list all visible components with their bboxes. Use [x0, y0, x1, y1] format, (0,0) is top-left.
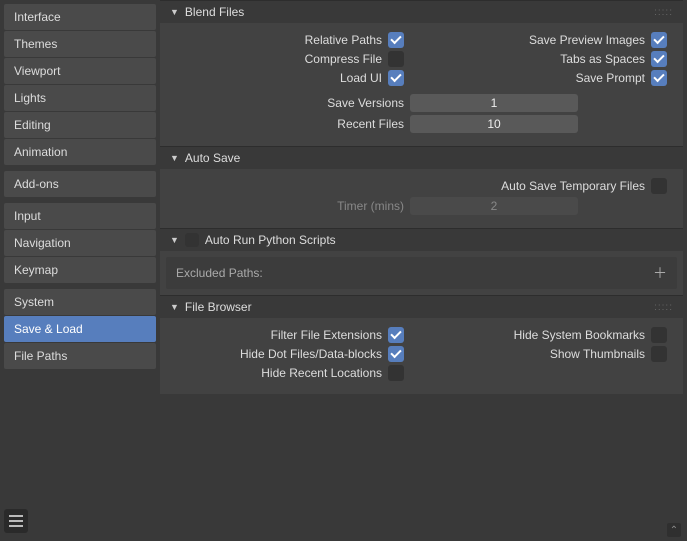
label-hide-sys: Hide System Bookmarks: [514, 328, 645, 342]
label-tabs-spaces: Tabs as Spaces: [560, 52, 645, 66]
disclosure-triangle-icon: ▼: [170, 235, 179, 245]
checkbox-relative-paths[interactable]: [388, 32, 404, 48]
label-load-ui: Load UI: [340, 71, 382, 85]
sidebar-item-editing[interactable]: Editing: [4, 112, 156, 138]
checkbox-save-preview[interactable]: [651, 32, 667, 48]
checkbox-hide-recent[interactable]: [388, 365, 404, 381]
panel-body-auto-save: Auto Save Temporary Files Timer (mins) 2: [160, 169, 683, 228]
disclosure-triangle-icon: ▼: [170, 7, 179, 17]
panel-body-file-browser: Filter File Extensions Hide System Bookm…: [160, 318, 683, 394]
numfield-save-versions[interactable]: 1: [410, 94, 578, 112]
label-hide-dot: Hide Dot Files/Data-blocks: [240, 347, 382, 361]
checkbox-hide-dot[interactable]: [388, 346, 404, 362]
excluded-paths-row: Excluded Paths: ＋: [166, 257, 677, 289]
panel-body-blend-files: Relative Paths Save Preview Images Compr…: [160, 23, 683, 146]
sidebar-item-interface[interactable]: Interface: [4, 4, 156, 30]
sidebar-item-add-ons[interactable]: Add-ons: [4, 171, 156, 197]
panel-header-file-browser[interactable]: ▼ File Browser :::::: [160, 295, 683, 318]
sidebar-item-lights[interactable]: Lights: [4, 85, 156, 111]
label-save-versions: Save Versions: [327, 96, 404, 110]
numfield-timer[interactable]: 2: [410, 197, 578, 215]
checkbox-compress-file[interactable]: [388, 51, 404, 67]
panel-header-auto-run[interactable]: ▼ Auto Run Python Scripts: [160, 228, 683, 251]
checkbox-hide-sys[interactable]: [651, 327, 667, 343]
label-excluded-paths: Excluded Paths:: [176, 266, 263, 280]
sidebar-item-file-paths[interactable]: File Paths: [4, 343, 156, 369]
add-excluded-path-icon[interactable]: ＋: [653, 263, 667, 283]
sidebar-item-viewport[interactable]: Viewport: [4, 58, 156, 84]
disclosure-triangle-icon: ▼: [170, 153, 179, 163]
panel-grip-icon[interactable]: :::::: [654, 7, 673, 18]
sidebar-item-system[interactable]: System: [4, 289, 156, 315]
scroll-up-icon[interactable]: ⌃: [667, 523, 681, 537]
panel-grip-icon[interactable]: :::::: [654, 302, 673, 313]
label-timer: Timer (mins): [337, 199, 404, 213]
sidebar-item-animation[interactable]: Animation: [4, 139, 156, 165]
preferences-main: ▼ Blend Files ::::: Relative Paths Save …: [160, 0, 687, 541]
label-auto-save-temp: Auto Save Temporary Files: [501, 179, 645, 193]
panel-header-auto-save[interactable]: ▼ Auto Save: [160, 146, 683, 169]
checkbox-tabs-spaces[interactable]: [651, 51, 667, 67]
panel-title: Auto Run Python Scripts: [205, 233, 336, 247]
checkbox-show-thumb[interactable]: [651, 346, 667, 362]
panel-title: Blend Files: [185, 5, 244, 19]
label-save-preview: Save Preview Images: [529, 33, 645, 47]
sidebar-item-keymap[interactable]: Keymap: [4, 257, 156, 283]
label-filter-ext: Filter File Extensions: [271, 328, 382, 342]
label-hide-recent: Hide Recent Locations: [261, 366, 382, 380]
sidebar-item-navigation[interactable]: Navigation: [4, 230, 156, 256]
label-relative-paths: Relative Paths: [305, 33, 382, 47]
panel-body-auto-run: Excluded Paths: ＋: [160, 251, 683, 295]
label-recent-files: Recent Files: [337, 117, 404, 131]
label-show-thumb: Show Thumbnails: [550, 347, 645, 361]
sidebar-item-input[interactable]: Input: [4, 203, 156, 229]
hamburger-menu-icon[interactable]: [4, 509, 28, 533]
numfield-recent-files[interactable]: 10: [410, 115, 578, 133]
checkbox-auto-run-python[interactable]: [185, 233, 199, 247]
panel-title: Auto Save: [185, 151, 240, 165]
checkbox-load-ui[interactable]: [388, 70, 404, 86]
checkbox-save-prompt[interactable]: [651, 70, 667, 86]
sidebar-item-themes[interactable]: Themes: [4, 31, 156, 57]
label-compress-file: Compress File: [305, 52, 382, 66]
checkbox-auto-save-temp[interactable]: [651, 178, 667, 194]
panel-title: File Browser: [185, 300, 252, 314]
label-save-prompt: Save Prompt: [576, 71, 645, 85]
disclosure-triangle-icon: ▼: [170, 302, 179, 312]
sidebar-item-save-load[interactable]: Save & Load: [4, 316, 156, 342]
panel-header-blend-files[interactable]: ▼ Blend Files :::::: [160, 0, 683, 23]
checkbox-filter-ext[interactable]: [388, 327, 404, 343]
preferences-sidebar: InterfaceThemesViewportLightsEditingAnim…: [0, 0, 160, 541]
